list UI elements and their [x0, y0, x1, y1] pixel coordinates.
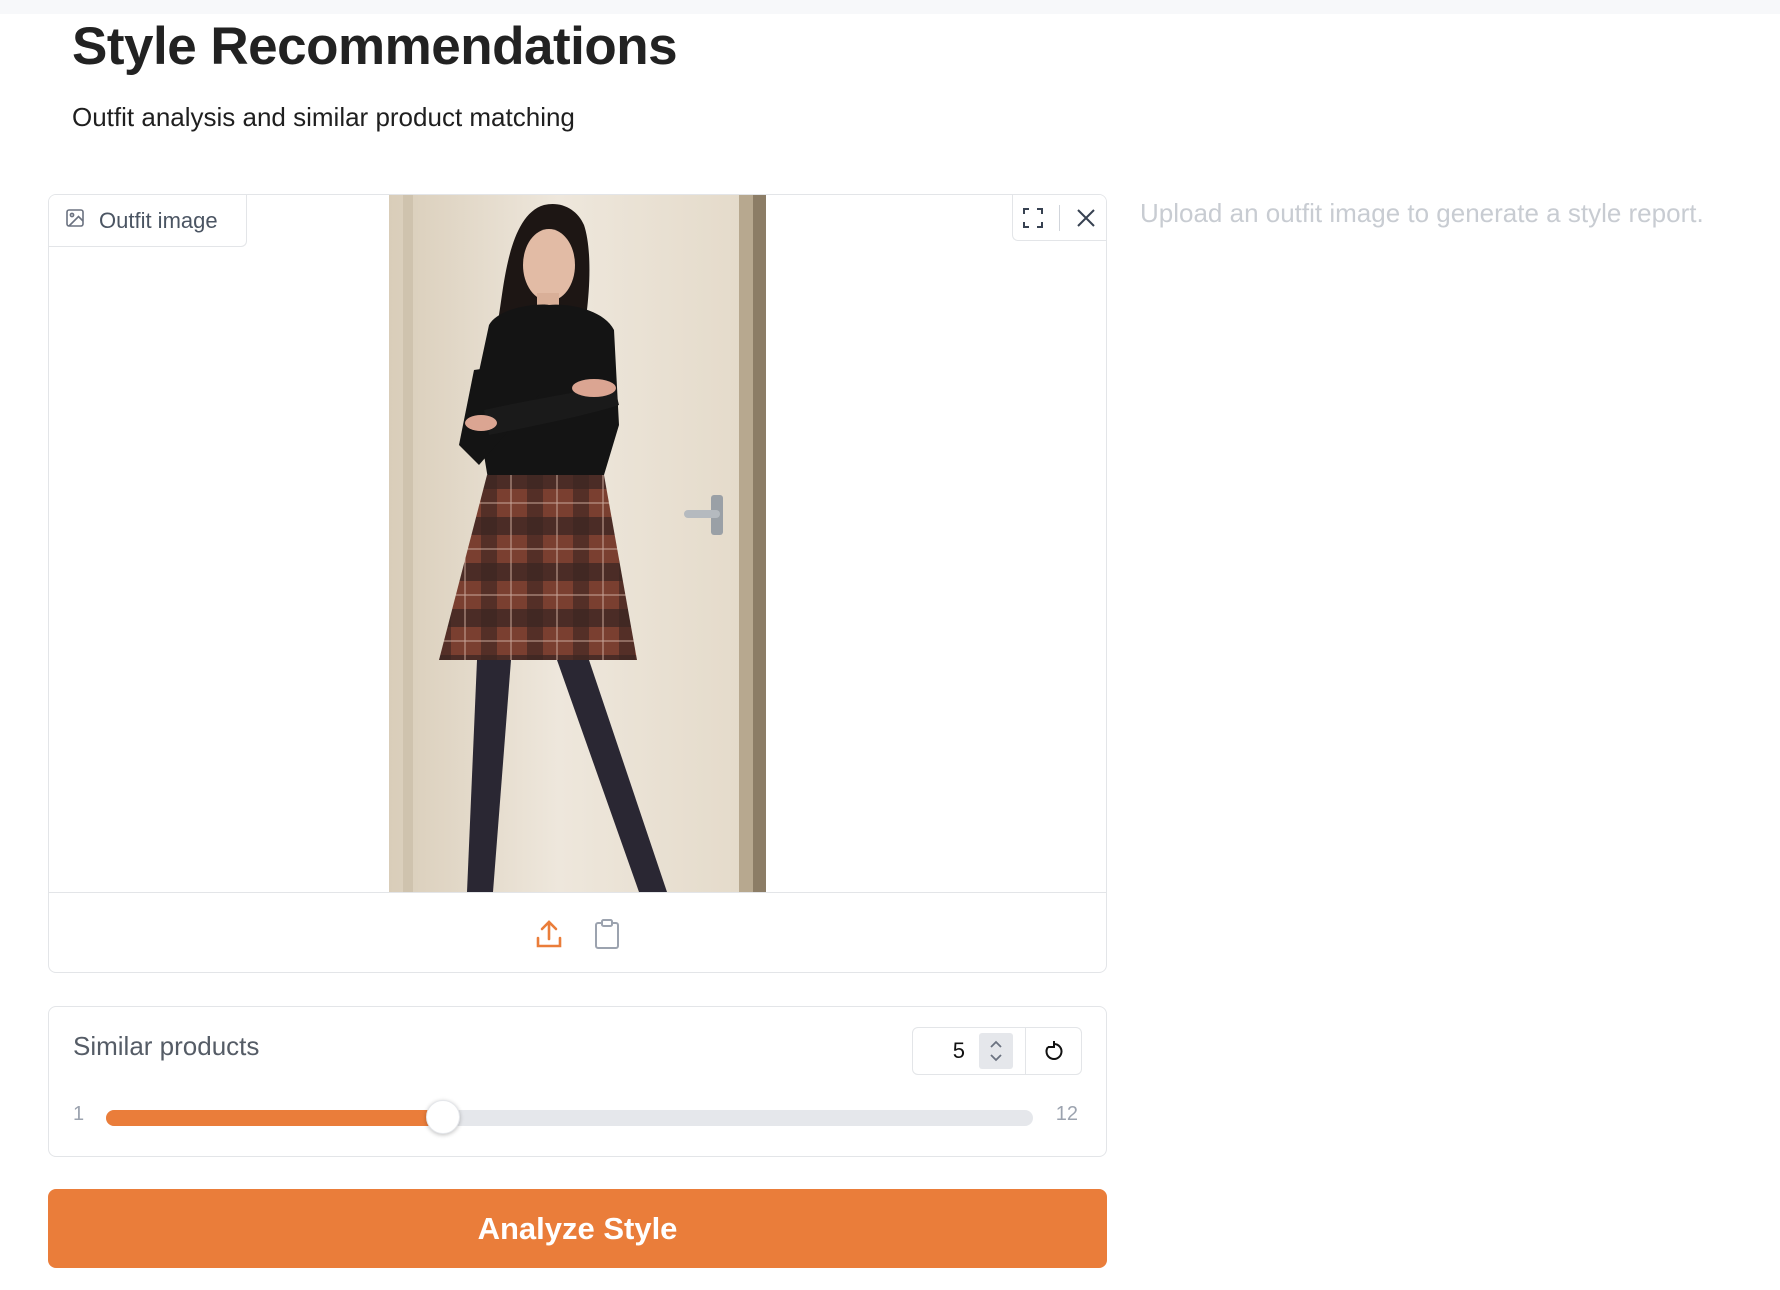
image-icon	[65, 208, 85, 234]
similar-products-slider-block: Similar products 5 1 12	[48, 1006, 1107, 1157]
page-title: Style Recommendations	[72, 17, 678, 76]
report-placeholder: Upload an outfit image to generate a sty…	[1140, 198, 1704, 228]
slider-track[interactable]	[106, 1100, 1033, 1134]
number-value: 5	[952, 1038, 965, 1063]
upload-icon[interactable]	[533, 917, 565, 951]
control-separator	[1058, 204, 1060, 231]
fullscreen-icon[interactable]	[1018, 203, 1048, 233]
slider-fill	[106, 1110, 444, 1126]
top-strip	[0, 0, 1780, 14]
image-controls	[1012, 195, 1106, 241]
stepper-icon[interactable]	[979, 1033, 1013, 1069]
outfit-photo-illustration	[389, 195, 766, 892]
outfit-photo	[389, 195, 766, 892]
range-max-label: 12	[1055, 1103, 1078, 1125]
slider-thumb[interactable]	[426, 1100, 461, 1134]
slider-label: Similar products	[73, 1031, 260, 1061]
reset-icon[interactable]	[1026, 1028, 1081, 1074]
analyze-style-button[interactable]: Analyze Style	[48, 1189, 1107, 1268]
number-input-group: 5	[912, 1027, 1082, 1075]
close-icon[interactable]	[1071, 203, 1101, 233]
page-subtitle: Outfit analysis and similar product matc…	[72, 102, 575, 132]
image-label-text: Outfit image	[99, 207, 218, 233]
image-block-label: Outfit image	[49, 195, 247, 247]
outfit-image-input[interactable]: Outfit image	[48, 194, 1107, 973]
clipboard-icon[interactable]	[591, 917, 623, 951]
image-footer	[49, 892, 1106, 972]
range-min-label: 1	[73, 1103, 85, 1125]
number-input[interactable]: 5	[913, 1028, 1026, 1074]
